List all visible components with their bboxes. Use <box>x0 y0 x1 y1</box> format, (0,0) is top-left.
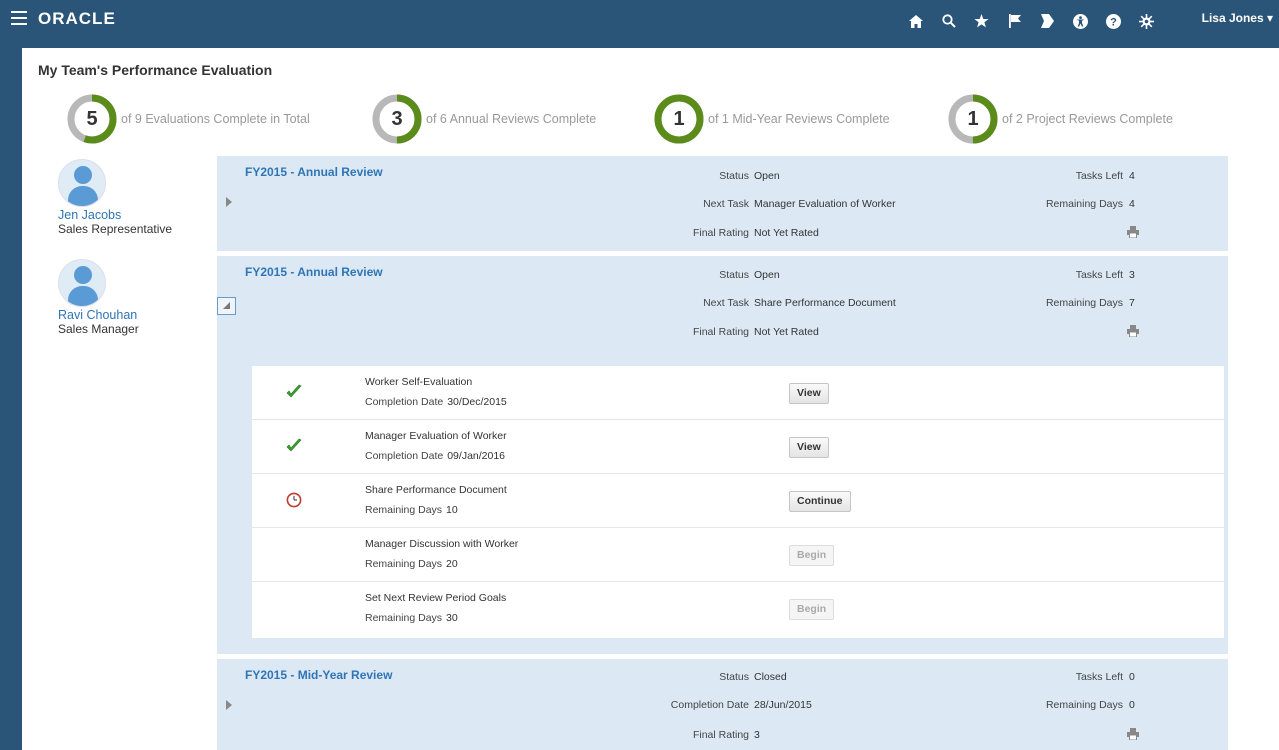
task-meta: Completion Date 30/Dec/2015 <box>365 396 507 408</box>
task-row: Share Performance Document Remaining Day… <box>252 474 1224 528</box>
review-title-link[interactable]: FY2015 - Annual Review <box>245 265 383 279</box>
view-button[interactable]: View <box>789 383 829 404</box>
tasks-left-value: 4 <box>1129 170 1135 182</box>
review-card: FY2015 - Annual Review Status Open Next … <box>217 156 1228 251</box>
accessibility-icon[interactable] <box>1064 10 1097 32</box>
progress-donut: 3 <box>372 94 422 144</box>
header-icons: ? <box>899 10 1163 32</box>
completion-date-value: 28/Jun/2015 <box>754 699 812 711</box>
task-name: Set Next Review Period Goals <box>365 592 507 604</box>
status-value: Open <box>754 170 780 182</box>
collapse-icon[interactable] <box>217 297 236 315</box>
continue-button[interactable]: Continue <box>789 491 851 512</box>
view-button[interactable]: View <box>789 437 829 458</box>
task-meta: Remaining Days 10 <box>365 504 458 516</box>
tasks-left-value: 3 <box>1129 269 1135 281</box>
progress-donut: 1 <box>948 94 998 144</box>
summary-midyear-reviews: 1 of 1 Mid-Year Reviews Complete <box>654 94 890 144</box>
task-name: Manager Evaluation of Worker <box>365 430 507 442</box>
person-name-link[interactable]: Ravi Chouhan <box>58 308 139 322</box>
content-panel: My Team's Performance Evaluation 5 of 9 … <box>22 48 1279 750</box>
home-icon[interactable] <box>899 10 932 32</box>
task-meta: Completion Date 09/Jan/2016 <box>365 450 506 462</box>
global-header: ORACLE ? Lisa Jones ▾ <box>0 0 1279 48</box>
begin-button[interactable]: Begin <box>789 545 835 566</box>
status-value: Closed <box>754 671 787 683</box>
next-task-value: Share Performance Document <box>754 297 896 309</box>
remaining-days-value: 4 <box>1129 198 1135 210</box>
task-meta: Remaining Days 20 <box>365 558 458 570</box>
task-name: Worker Self-Evaluation <box>365 376 473 388</box>
person-name-link[interactable]: Jen Jacobs <box>58 208 172 222</box>
summary-evaluations: 5 of 9 Evaluations Complete in Total <box>67 94 310 144</box>
help-icon[interactable]: ? <box>1097 10 1130 32</box>
summary-annual-reviews: 3 of 6 Annual Reviews Complete <box>372 94 596 144</box>
final-rating-value: 3 <box>754 729 760 741</box>
page-title: My Team's Performance Evaluation <box>38 62 273 78</box>
summary-project-reviews: 1 of 2 Project Reviews Complete <box>948 94 1173 144</box>
expand-icon[interactable] <box>223 196 235 208</box>
tag-icon[interactable] <box>1031 10 1064 32</box>
task-row: Manager Discussion with Worker Remaining… <box>252 528 1224 582</box>
printer-icon[interactable] <box>1127 226 1139 239</box>
svg-text:?: ? <box>1110 16 1117 28</box>
avatar <box>58 159 106 207</box>
menu-icon[interactable] <box>11 11 27 25</box>
final-rating-value: Not Yet Rated <box>754 227 819 239</box>
flag-icon[interactable] <box>998 10 1031 32</box>
task-row: Manager Evaluation of Worker Completion … <box>252 420 1224 474</box>
oracle-logo: ORACLE <box>38 9 116 28</box>
remaining-days-value: 7 <box>1129 297 1135 309</box>
task-row: Worker Self-Evaluation Completion Date 30… <box>252 366 1224 420</box>
task-list: Worker Self-Evaluation Completion Date 30… <box>252 366 1224 638</box>
printer-icon[interactable] <box>1127 728 1139 741</box>
search-icon[interactable] <box>932 10 965 32</box>
review-card: FY2015 - Mid-Year Review Status Closed C… <box>217 659 1228 750</box>
review-title-link[interactable]: FY2015 - Annual Review <box>245 165 383 179</box>
expand-icon[interactable] <box>223 699 235 711</box>
clock-icon <box>286 492 302 508</box>
avatar <box>58 259 106 307</box>
person-role: Sales Manager <box>58 322 139 336</box>
person-ravi-chouhan: Ravi Chouhan Sales Manager <box>58 259 139 336</box>
person-role: Sales Representative <box>58 222 173 236</box>
final-rating-value: Not Yet Rated <box>754 326 819 338</box>
review-card-expanded: FY2015 - Annual Review Status Open Next … <box>217 256 1228 654</box>
user-menu[interactable]: Lisa Jones ▾ <box>1202 11 1273 25</box>
status-value: Open <box>754 269 780 281</box>
progress-donut: 5 <box>67 94 117 144</box>
task-name: Manager Discussion with Worker <box>365 538 519 550</box>
review-title-link[interactable]: FY2015 - Mid-Year Review <box>245 668 392 682</box>
begin-button[interactable]: Begin <box>789 599 835 620</box>
task-name: Share Performance Document <box>365 484 507 496</box>
tasks-left-value: 0 <box>1129 671 1135 683</box>
printer-icon[interactable] <box>1127 325 1139 338</box>
next-task-value: Manager Evaluation of Worker <box>754 198 896 210</box>
remaining-days-value: 0 <box>1129 699 1135 711</box>
checkmark-icon <box>286 384 302 400</box>
task-meta: Remaining Days 30 <box>365 612 458 624</box>
task-row: Set Next Review Period Goals Remaining D… <box>252 582 1224 636</box>
star-icon[interactable] <box>965 10 998 32</box>
settings-icon[interactable] <box>1130 10 1163 32</box>
person-jen-jacobs: Jen Jacobs Sales Representative <box>58 159 172 236</box>
progress-donut: 1 <box>654 94 704 144</box>
checkmark-icon <box>286 438 302 454</box>
